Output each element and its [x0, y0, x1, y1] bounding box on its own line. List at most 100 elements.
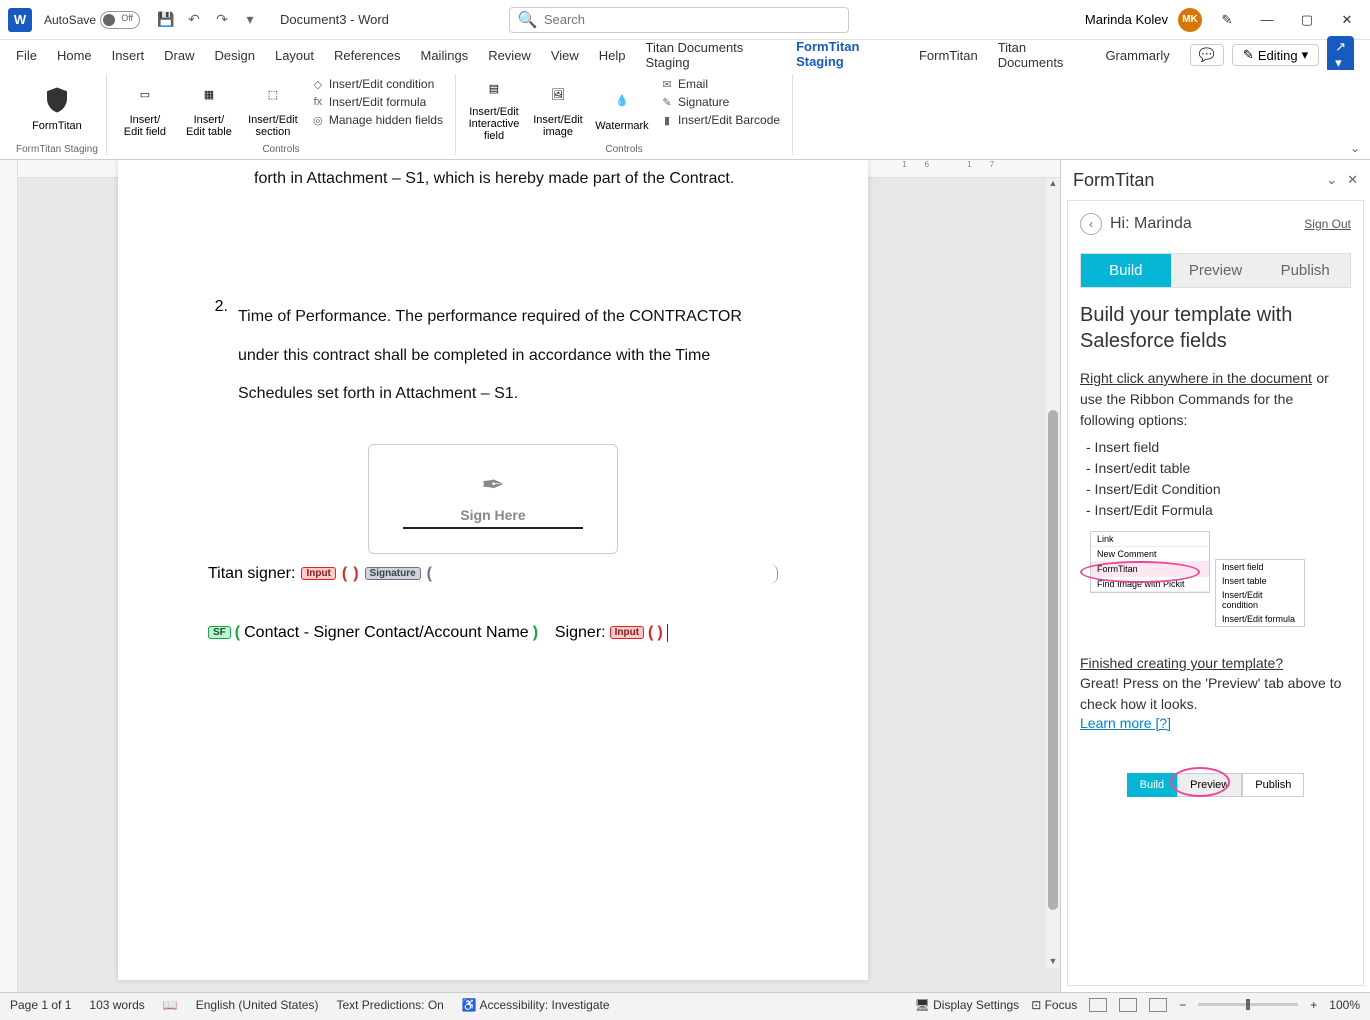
vertical-scrollbar[interactable]: ▲ ▼	[1046, 178, 1060, 968]
tab-file[interactable]: File	[16, 44, 37, 67]
insert-edit-formula-button[interactable]: fxInsert/Edit formula	[307, 94, 447, 110]
email-button[interactable]: ✉Email	[656, 76, 784, 92]
insert-edit-interactive-field-button[interactable]: ▤Insert/Edit Interactive field	[464, 74, 524, 142]
panel-tab-preview[interactable]: Preview	[1171, 254, 1261, 287]
group-label: Controls	[262, 144, 299, 155]
signature-tag[interactable]: Signature	[365, 567, 421, 580]
greeting: Hi: Marinda	[1110, 215, 1304, 233]
watermark-button[interactable]: 💧Watermark	[592, 74, 652, 142]
text-predictions[interactable]: Text Predictions: On	[336, 998, 443, 1012]
web-layout-icon[interactable]	[1149, 998, 1167, 1012]
input-tag[interactable]: Input	[610, 626, 644, 639]
formtitan-button[interactable]: FormTitan	[27, 74, 87, 142]
word-icon: W	[8, 8, 32, 32]
example-screenshot: Link New Comment FormTitan Find Image wi…	[1080, 531, 1351, 641]
email-icon: ✉	[660, 77, 674, 91]
hidden-icon: ◎	[311, 113, 325, 127]
tab-mailings[interactable]: Mailings	[421, 44, 469, 67]
signature-button[interactable]: ✎Signature	[656, 94, 784, 110]
paren-close: )	[533, 624, 538, 642]
barcode-icon: ▮	[660, 113, 674, 127]
sign-here-label: Sign Here	[460, 507, 525, 523]
maximize-icon[interactable]: ▢	[1292, 5, 1322, 35]
tab-home[interactable]: Home	[57, 44, 92, 67]
tab-layout[interactable]: Layout	[275, 44, 314, 67]
insert-edit-field-button[interactable]: ▭Insert/ Edit field	[115, 74, 175, 142]
insert-edit-section-button[interactable]: ⬚Insert/Edit section	[243, 74, 303, 142]
accessibility-status[interactable]: ♿ Accessibility: Investigate	[462, 998, 610, 1012]
tab-insert[interactable]: Insert	[112, 44, 145, 67]
signout-link[interactable]: Sign Out	[1304, 217, 1351, 231]
scroll-down-icon[interactable]: ▼	[1048, 956, 1058, 968]
input-tag[interactable]: Input	[301, 567, 335, 580]
bottom-publish-button[interactable]: Publish	[1242, 773, 1304, 797]
paren-close: )	[353, 565, 358, 583]
bottom-build-button[interactable]: Build	[1127, 773, 1177, 797]
autosave-toggle[interactable]: Off	[100, 11, 140, 29]
document-page[interactable]: forth in Attachment – S1, which is hereb…	[118, 160, 868, 980]
panel-dropdown-icon[interactable]: ⌄	[1326, 172, 1337, 188]
tab-references[interactable]: References	[334, 44, 400, 67]
tab-help[interactable]: Help	[599, 44, 626, 67]
tab-view[interactable]: View	[551, 44, 579, 67]
zoom-level[interactable]: 100%	[1329, 998, 1360, 1012]
undo-icon[interactable]: ↶	[184, 10, 204, 30]
panel-close-icon[interactable]: ✕	[1347, 172, 1358, 188]
zoom-out-icon[interactable]: −	[1179, 998, 1186, 1012]
tab-titan-docs[interactable]: Titan Documents	[998, 36, 1086, 74]
bottom-preview-button[interactable]: Preview	[1177, 773, 1242, 797]
avatar[interactable]: MK	[1178, 8, 1202, 32]
zoom-in-icon[interactable]: +	[1310, 998, 1317, 1012]
tab-grammarly[interactable]: Grammarly	[1105, 44, 1169, 67]
bullet-item: - Insert/Edit Formula	[1086, 500, 1351, 521]
share-button[interactable]: ↗ ▾	[1327, 36, 1354, 74]
search-input[interactable]	[544, 12, 840, 27]
tab-formtitan[interactable]: FormTitan	[919, 44, 978, 67]
tab-formtitan-staging[interactable]: FormTitan Staging	[796, 35, 899, 75]
zoom-slider[interactable]	[1198, 1003, 1298, 1006]
back-icon[interactable]: ‹	[1080, 213, 1102, 235]
insert-edit-image-button[interactable]: 🖼Insert/Edit image	[528, 74, 588, 142]
insert-edit-condition-button[interactable]: ◇Insert/Edit condition	[307, 76, 447, 92]
save-icon[interactable]: 💾	[156, 10, 176, 30]
language-indicator[interactable]: English (United States)	[196, 998, 319, 1012]
qat-customize-icon[interactable]: ▾	[240, 10, 260, 30]
bullet-item: - Insert/edit table	[1086, 458, 1351, 479]
editing-mode-button[interactable]: ✎ Editing ▾	[1232, 44, 1319, 66]
print-layout-icon[interactable]	[1119, 998, 1137, 1012]
search-box[interactable]: 🔍	[509, 7, 849, 33]
spellcheck-icon[interactable]: 📖	[163, 998, 178, 1012]
read-mode-icon[interactable]	[1089, 998, 1107, 1012]
insert-edit-barcode-button[interactable]: ▮Insert/Edit Barcode	[656, 112, 784, 128]
close-icon[interactable]: ✕	[1332, 5, 1362, 35]
learn-more-link[interactable]: Learn more [?]	[1080, 715, 1171, 731]
right-click-instruction-link: Right click anywhere in the document	[1080, 370, 1312, 386]
focus-mode[interactable]: ⊡ Focus	[1031, 998, 1077, 1012]
autosave-label: AutoSave	[44, 13, 96, 27]
tab-draw[interactable]: Draw	[164, 44, 194, 67]
panel-tab-publish[interactable]: Publish	[1260, 254, 1350, 287]
signature-placeholder[interactable]: ✒ Sign Here	[368, 444, 618, 554]
paragraph-fragment: forth in Attachment – S1, which is hereb…	[208, 160, 778, 198]
minimize-icon[interactable]: —	[1252, 5, 1282, 35]
comments-button[interactable]: 💬	[1190, 44, 1224, 66]
collapse-ribbon-icon[interactable]: ⌄	[1350, 141, 1360, 155]
sf-tag[interactable]: SF	[208, 626, 231, 639]
redo-icon[interactable]: ↷	[212, 10, 232, 30]
tab-titan-docs-staging[interactable]: Titan Documents Staging	[646, 36, 777, 74]
tab-design[interactable]: Design	[215, 44, 255, 67]
paren-open: (	[427, 565, 432, 583]
ink-icon[interactable]: ✎	[1212, 5, 1242, 35]
panel-tab-build[interactable]: Build	[1081, 254, 1171, 287]
scroll-thumb[interactable]	[1048, 410, 1058, 910]
signature-field[interactable]	[440, 564, 778, 584]
highlight-circle	[1080, 561, 1200, 583]
watermark-icon: 💧	[606, 84, 638, 116]
tab-review[interactable]: Review	[488, 44, 531, 67]
word-count[interactable]: 103 words	[89, 998, 144, 1012]
page-indicator[interactable]: Page 1 of 1	[10, 998, 71, 1012]
display-settings[interactable]: 🖥 Display Settings	[915, 998, 1020, 1012]
scroll-up-icon[interactable]: ▲	[1048, 178, 1058, 190]
manage-hidden-fields-button[interactable]: ◎Manage hidden fields	[307, 112, 447, 128]
insert-edit-table-button[interactable]: ▦Insert/ Edit table	[179, 74, 239, 142]
